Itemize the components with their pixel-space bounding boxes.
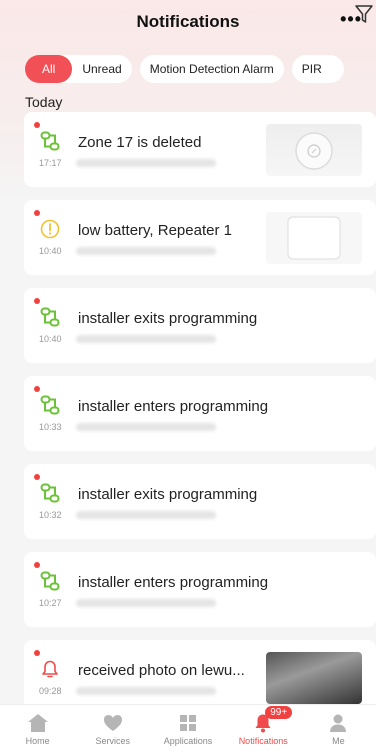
notification-card[interactable]: installer exits programming 10:32 (24, 464, 376, 539)
notification-card[interactable]: installer exits programming 10:40 (24, 288, 376, 363)
tab-me[interactable]: Me (301, 705, 376, 751)
read-filter-group: All Unread (25, 55, 132, 83)
notification-title: installer exits programming (78, 310, 258, 327)
tab-label: Services (95, 736, 131, 746)
notification-time: 10:33 (39, 422, 62, 432)
filter-icon[interactable] (354, 3, 374, 25)
tab-notifications[interactable]: 99+ Notifications (226, 705, 301, 751)
unread-count-badge: 99+ (265, 706, 293, 719)
tab-label: Applications (163, 736, 213, 746)
bottom-tab-bar: Home Services Applications 99+ Notificat… (0, 704, 376, 751)
blurred-subtitle (76, 159, 216, 167)
notification-card[interactable]: low battery, Repeater 1 10:40 (24, 200, 376, 275)
heart-icon (103, 715, 122, 731)
unread-dot (34, 210, 40, 216)
notification-title: installer enters programming (78, 398, 269, 415)
unread-dot (34, 122, 40, 128)
notification-time: 17:17 (39, 158, 62, 168)
blurred-subtitle (76, 599, 216, 607)
page-title: Notifications (136, 12, 240, 31)
blurred-subtitle (76, 423, 216, 431)
device-thumbnail (266, 124, 362, 176)
zone-link-icon (40, 483, 60, 503)
zone-link-icon (40, 571, 60, 591)
notification-time: 10:40 (39, 246, 62, 256)
notification-card[interactable]: installer enters programming 10:33 (24, 376, 376, 451)
zone-link-icon (40, 307, 60, 327)
apps-grid-icon (180, 715, 196, 731)
tab-label: Notifications (238, 736, 288, 746)
notification-title: low battery, Repeater 1 (78, 222, 232, 239)
device-thumbnail (266, 212, 362, 264)
tab-services[interactable]: Services (75, 705, 150, 751)
blurred-subtitle (76, 687, 216, 695)
notification-list: Zone 17 is deleted 17:17 low battery, Re… (24, 112, 376, 728)
user-icon (330, 714, 347, 732)
notification-time: 10:40 (39, 334, 62, 344)
unread-dot (34, 562, 40, 568)
blurred-subtitle (76, 511, 216, 519)
blurred-subtitle (76, 247, 216, 255)
notification-time: 10:32 (39, 510, 62, 520)
tab-label: Home (25, 736, 50, 746)
warning-icon (40, 219, 60, 239)
home-icon (27, 714, 48, 732)
zone-link-icon (40, 395, 60, 415)
unread-dot (34, 298, 40, 304)
blurred-subtitle (76, 335, 216, 343)
unread-dot (34, 386, 40, 392)
notification-time: 09:28 (39, 686, 62, 696)
today-section-label: Today (25, 94, 63, 110)
notification-title: Zone 17 is deleted (78, 134, 202, 151)
filter-bar: All Unread Motion Detection Alarm PIR (25, 55, 376, 83)
unread-dot (34, 474, 40, 480)
notification-card[interactable]: installer enters programming 10:27 (24, 552, 376, 627)
filter-pir-chip[interactable]: PIR (291, 55, 344, 83)
tab-home[interactable]: Home (0, 705, 75, 751)
tab-applications[interactable]: Applications (150, 705, 225, 751)
notification-title: received photo on lewu... (78, 662, 245, 679)
top-bar: Notifications ••• (0, 0, 376, 44)
notification-time: 10:27 (39, 598, 62, 608)
photo-thumbnail[interactable] (266, 652, 362, 704)
notification-title: installer enters programming (78, 574, 269, 591)
filter-all-chip[interactable]: All (25, 55, 73, 83)
zone-link-icon (40, 131, 60, 151)
tab-label: Me (332, 736, 345, 746)
notification-title: installer exits programming (78, 486, 258, 503)
bell-icon (42, 660, 58, 678)
filter-motion-chip[interactable]: Motion Detection Alarm (139, 55, 284, 83)
notification-card[interactable]: Zone 17 is deleted 17:17 (24, 112, 376, 187)
unread-dot (34, 650, 40, 656)
filter-unread-chip[interactable]: Unread (72, 55, 131, 83)
